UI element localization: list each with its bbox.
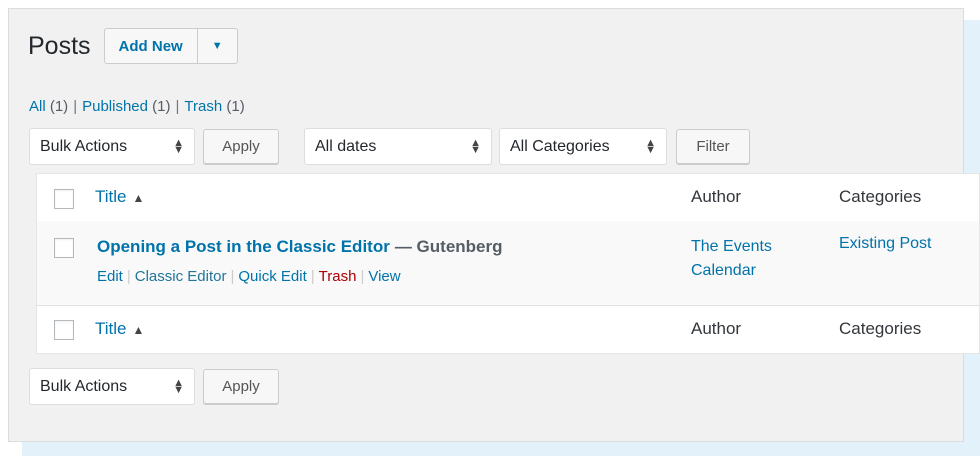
sort-ascending-icon: ▲	[132, 191, 145, 205]
title-column-header[interactable]: Title ▲	[95, 187, 144, 207]
categories-filter-select[interactable]: All Categories ▲ ▼	[499, 128, 667, 165]
author-link[interactable]: The Events Calendar	[691, 235, 801, 283]
separator: |	[73, 98, 78, 115]
add-new-button[interactable]: Add New	[103, 28, 198, 64]
trash-action-link[interactable]: Trash	[319, 268, 357, 285]
post-status-filters: All (1) | Published (1) | Trash (1)	[29, 98, 245, 115]
select-arrows-icon: ▲ ▼	[173, 136, 184, 156]
classic-editor-action-link[interactable]: Classic Editor	[135, 268, 227, 285]
sort-ascending-icon: ▲	[132, 323, 145, 337]
post-title-link[interactable]: Opening a Post in the Classic Editor	[97, 237, 390, 256]
filter-all-link[interactable]: All	[29, 98, 46, 115]
bulk-actions-select[interactable]: Bulk Actions ▲ ▼	[29, 128, 195, 165]
view-action-link[interactable]: View	[368, 268, 400, 285]
filter-trash-link[interactable]: Trash	[184, 98, 222, 115]
tablenav-top: Bulk Actions ▲ ▼ Apply All dates ▲ ▼ All C…	[29, 128, 750, 165]
edit-action-link[interactable]: Edit	[97, 268, 123, 285]
add-new-dropdown-toggle[interactable]: ▼	[197, 28, 238, 64]
category-link[interactable]: Existing Post	[839, 235, 931, 253]
select-arrows-icon: ▲ ▼	[470, 136, 481, 156]
filter-button[interactable]: Filter	[676, 129, 750, 164]
row-select-checkbox[interactable]	[54, 238, 74, 258]
categories-column-footer: Categories	[839, 319, 922, 338]
page-title: Posts	[28, 31, 91, 60]
bulk-actions-value: Bulk Actions	[40, 377, 128, 395]
tablenav-bottom: Bulk Actions ▲ ▼ Apply	[29, 368, 279, 405]
select-all-checkbox[interactable]	[54, 189, 74, 209]
filter-all-count: (1)	[49, 98, 69, 115]
author-column-footer: Author	[691, 319, 742, 338]
table-footer-row: Title ▲ Author Categories	[37, 305, 979, 354]
title-column-footer[interactable]: Title ▲	[95, 319, 144, 339]
select-all-checkbox-footer[interactable]	[54, 320, 74, 340]
bulk-actions-value: Bulk Actions	[40, 137, 128, 155]
table-row: Opening a Post in the Classic Editor — Gu…	[37, 221, 979, 306]
bulk-actions-select-bottom[interactable]: Bulk Actions ▲ ▼	[29, 368, 195, 405]
apply-button-bottom[interactable]: Apply	[203, 369, 279, 404]
quick-edit-action-link[interactable]: Quick Edit	[238, 268, 306, 285]
dates-filter-value: All dates	[315, 137, 377, 155]
author-column-header: Author	[691, 187, 742, 206]
add-new-split-button: Add New ▼	[103, 28, 238, 64]
filter-trash-count: (1)	[226, 98, 245, 115]
posts-table: Title ▲ Author Categories Opening a Post …	[36, 173, 980, 354]
filter-published-count: (1)	[152, 98, 171, 115]
post-state-label: — Gutenberg	[394, 237, 503, 256]
page-header: Posts Add New ▼	[28, 28, 238, 64]
apply-button[interactable]: Apply	[203, 129, 279, 164]
filter-published-link[interactable]: Published	[82, 98, 148, 115]
caret-down-icon: ▼	[211, 40, 223, 52]
dates-filter-select[interactable]: All dates ▲ ▼	[304, 128, 492, 165]
row-actions: Edit | Classic Editor | Quick Edit | Trash | Vie…	[97, 268, 401, 285]
select-arrows-icon: ▲ ▼	[173, 376, 184, 396]
separator: |	[175, 98, 180, 115]
categories-column-header: Categories	[839, 187, 922, 206]
select-arrows-icon: ▲ ▼	[645, 136, 656, 156]
table-header-row: Title ▲ Author Categories	[37, 174, 979, 222]
categories-filter-value: All Categories	[510, 137, 610, 155]
post-title-cell: Opening a Post in the Classic Editor — Gu…	[97, 237, 503, 257]
